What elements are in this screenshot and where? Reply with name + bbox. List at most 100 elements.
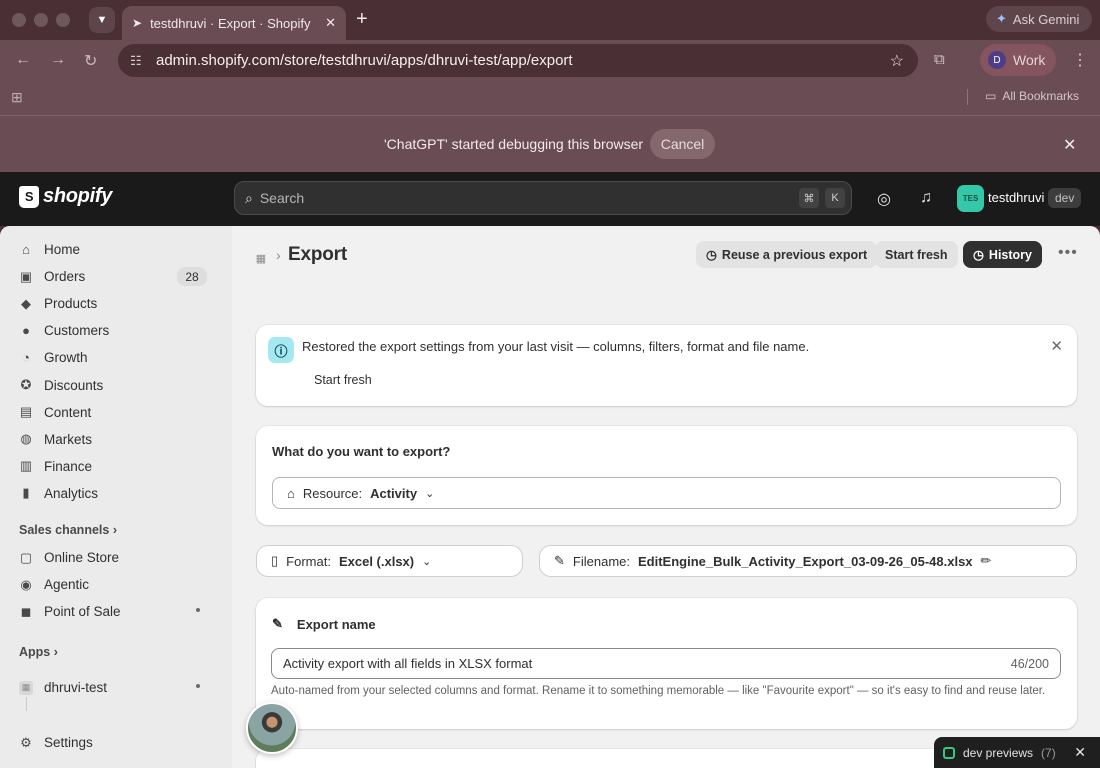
search-icon: ⌕: [245, 189, 253, 206]
history-label: History: [988, 247, 1032, 262]
dev-previews-panel[interactable]: dev previews (7) ✕: [934, 737, 1100, 768]
sidebar-item-analytics[interactable]: ▮ Analytics: [12, 480, 218, 507]
reuse-previous-export-button[interactable]: ◷ Reuse a previous export: [696, 241, 878, 268]
window-close-button[interactable]: [12, 13, 26, 27]
new-tab-button[interactable]: +: [356, 9, 368, 29]
sidebar-item-online-store[interactable]: ▢ Online Store: [12, 544, 218, 571]
sidebar-item-home[interactable]: ⌂ Home: [12, 236, 218, 263]
resource-select[interactable]: ⌂ Resource: Activity ⌄: [272, 477, 1061, 509]
sidebar-item-orders[interactable]: ▣ Orders 28: [12, 263, 218, 290]
store-icon: ⌂: [287, 485, 295, 501]
window-zoom-button[interactable]: [56, 13, 70, 27]
app-breadcrumb-icon[interactable]: ▦: [252, 249, 270, 267]
banner-message: Restored the export settings from your l…: [302, 339, 810, 354]
site-settings-icon[interactable]: ☷: [130, 53, 146, 69]
preview-icon: [943, 746, 955, 759]
restored-settings-banner: ⓘ Restored the export settings from your…: [256, 325, 1077, 406]
close-icon[interactable]: ✕: [325, 15, 336, 31]
back-arrow-icon[interactable]: ←: [15, 51, 31, 69]
sidebar-item-label: Finance: [44, 458, 93, 474]
extensions-puzzle-icon[interactable]: ⧉: [934, 51, 945, 68]
export-name-heading: ✎ Export name: [272, 616, 376, 632]
forward-arrow-icon[interactable]: →: [50, 51, 66, 69]
export-name-input[interactable]: Activity export with all fields in XLSX …: [271, 648, 1061, 679]
store-name[interactable]: testdhruvi: [988, 190, 1044, 205]
sidebar-item-label: Markets: [44, 431, 93, 447]
ask-gemini-label: Ask Gemini: [1012, 11, 1080, 27]
sidebar-item-settings[interactable]: ⚙ Settings: [12, 729, 218, 756]
store-dev-badge: dev: [1048, 188, 1082, 208]
pencil-icon[interactable]: ✏: [981, 553, 992, 569]
apps-heading[interactable]: Apps ›: [19, 645, 58, 659]
start-fresh-button[interactable]: Start fresh: [875, 241, 958, 268]
profile-avatar: D: [988, 51, 1006, 69]
discount-icon: ✪: [20, 377, 32, 392]
chevron-right-icon: ›: [112, 523, 117, 537]
bell-icon[interactable]: ♫: [920, 189, 932, 207]
sidebar-item-label: Customers: [44, 323, 110, 339]
admin-search-input[interactable]: ⌕ Search ⌘ K: [234, 181, 852, 215]
dev-previews-count: (7): [1041, 745, 1056, 760]
sidebar-item-markets[interactable]: ◍ Markets: [12, 426, 218, 453]
shortcut-k-key: K: [825, 188, 845, 208]
sidebar-item-content[interactable]: ▤ Content: [12, 399, 218, 426]
growth-icon: ◔: [22, 350, 30, 366]
ask-gemini-button[interactable]: ✦ Ask Gemini: [986, 6, 1092, 32]
file-icon: ▯: [271, 553, 279, 568]
store-avatar[interactable]: TES: [957, 185, 984, 212]
tree-line: [26, 697, 27, 711]
resource-label: Resource:: [302, 485, 363, 501]
format-select[interactable]: ▯ Format: Excel (.xlsx) ⌄: [256, 545, 523, 577]
window-minimize-button[interactable]: [34, 13, 48, 27]
sidebar-item-agentic[interactable]: ◉ Agentic: [12, 571, 218, 598]
user-photo-avatar[interactable]: [246, 702, 298, 754]
shopify-logo[interactable]: S shopify: [19, 185, 112, 208]
sidebar-item-label: Analytics: [44, 485, 99, 501]
sidebar-item-label: Growth: [44, 350, 88, 366]
sidebar-item-products[interactable]: ◆ Products: [12, 290, 218, 317]
edit-icon: ✎: [272, 616, 283, 631]
bookmarks-divider: [967, 89, 968, 105]
banner-start-fresh-button[interactable]: Start fresh: [314, 373, 372, 387]
format-label: Format:: [286, 553, 331, 569]
tab-search-button[interactable]: ▼: [89, 7, 115, 33]
reload-icon[interactable]: ↻: [84, 51, 97, 71]
sales-channels-heading[interactable]: Sales channels ›: [19, 523, 117, 537]
sidebar-item-point-of-sale[interactable]: ◼ Point of Sale: [12, 598, 218, 625]
sidebar-item-label: Point of Sale: [44, 604, 121, 620]
more-actions-icon[interactable]: •••: [1058, 244, 1078, 262]
sidebar-item-customers[interactable]: ● Customers: [12, 317, 218, 344]
resource-card: What do you want to export? ⌂ Resource: …: [256, 426, 1077, 525]
close-icon[interactable]: ✕: [1050, 337, 1063, 355]
pin-dot: [196, 684, 200, 688]
clock-icon: ◷: [706, 248, 717, 262]
apps-grid-icon[interactable]: ⊞: [11, 89, 23, 106]
sidebar-item-discounts[interactable]: ✪ Discounts: [12, 372, 218, 399]
filename-field[interactable]: ✎ Filename: EditEngine_Bulk_Activity_Exp…: [539, 545, 1077, 577]
sidebar-item-growth[interactable]: ◔ Growth: [12, 344, 218, 371]
sidebar-item-label: Agentic: [44, 577, 90, 593]
export-name-title: Export name: [296, 616, 376, 632]
address-bar[interactable]: ☷ admin.shopify.com/store/testdhruvi/app…: [118, 44, 918, 77]
profile-button[interactable]: D Work: [980, 44, 1056, 76]
sidekick-icon[interactable]: ◎: [877, 189, 891, 209]
browser-tab-active[interactable]: ➤ testdhruvi · Export · Shopify ✕: [122, 6, 346, 40]
sidebar-item-dhruvi-test[interactable]: ▦ dhruvi-test: [12, 674, 218, 701]
sidebar-item-finance[interactable]: ▥ Finance: [12, 453, 218, 480]
close-icon[interactable]: ✕: [1074, 744, 1086, 761]
export-name-value: Activity export with all fields in XLSX …: [283, 656, 533, 671]
app-icon: ▦: [19, 680, 33, 695]
edit-icon: ✎: [554, 553, 565, 568]
shopify-bag-icon: S: [19, 185, 39, 208]
close-icon[interactable]: ✕: [1063, 135, 1076, 155]
bookmark-star-icon[interactable]: ☆: [890, 51, 904, 71]
bar-chart-icon: ▮: [22, 485, 30, 501]
history-button[interactable]: ◷ History: [963, 241, 1042, 268]
browser-menu-icon[interactable]: ⋮: [1072, 50, 1088, 70]
all-bookmarks-button[interactable]: ▭ All Bookmarks: [985, 89, 1079, 103]
folder-icon: ▭: [985, 89, 997, 103]
debugging-cancel-button[interactable]: Cancel: [650, 129, 715, 159]
resource-heading: What do you want to export?: [272, 444, 451, 459]
admin-frame: ⌂ Home ▣ Orders 28 ◆ Products ● Customers ◔ Growth…: [0, 226, 1100, 768]
format-value: Excel (.xlsx): [338, 553, 415, 569]
